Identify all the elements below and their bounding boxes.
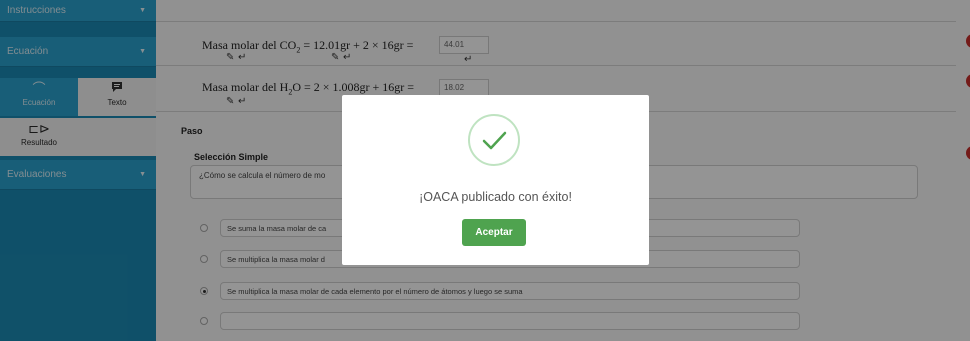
success-check-icon — [468, 114, 520, 166]
dialog-message: ¡OACA publicado con éxito! — [419, 190, 572, 204]
check-glyph — [482, 131, 507, 150]
success-dialog: ¡OACA publicado con éxito! Aceptar — [342, 95, 649, 265]
accept-button[interactable]: Aceptar — [462, 219, 526, 246]
